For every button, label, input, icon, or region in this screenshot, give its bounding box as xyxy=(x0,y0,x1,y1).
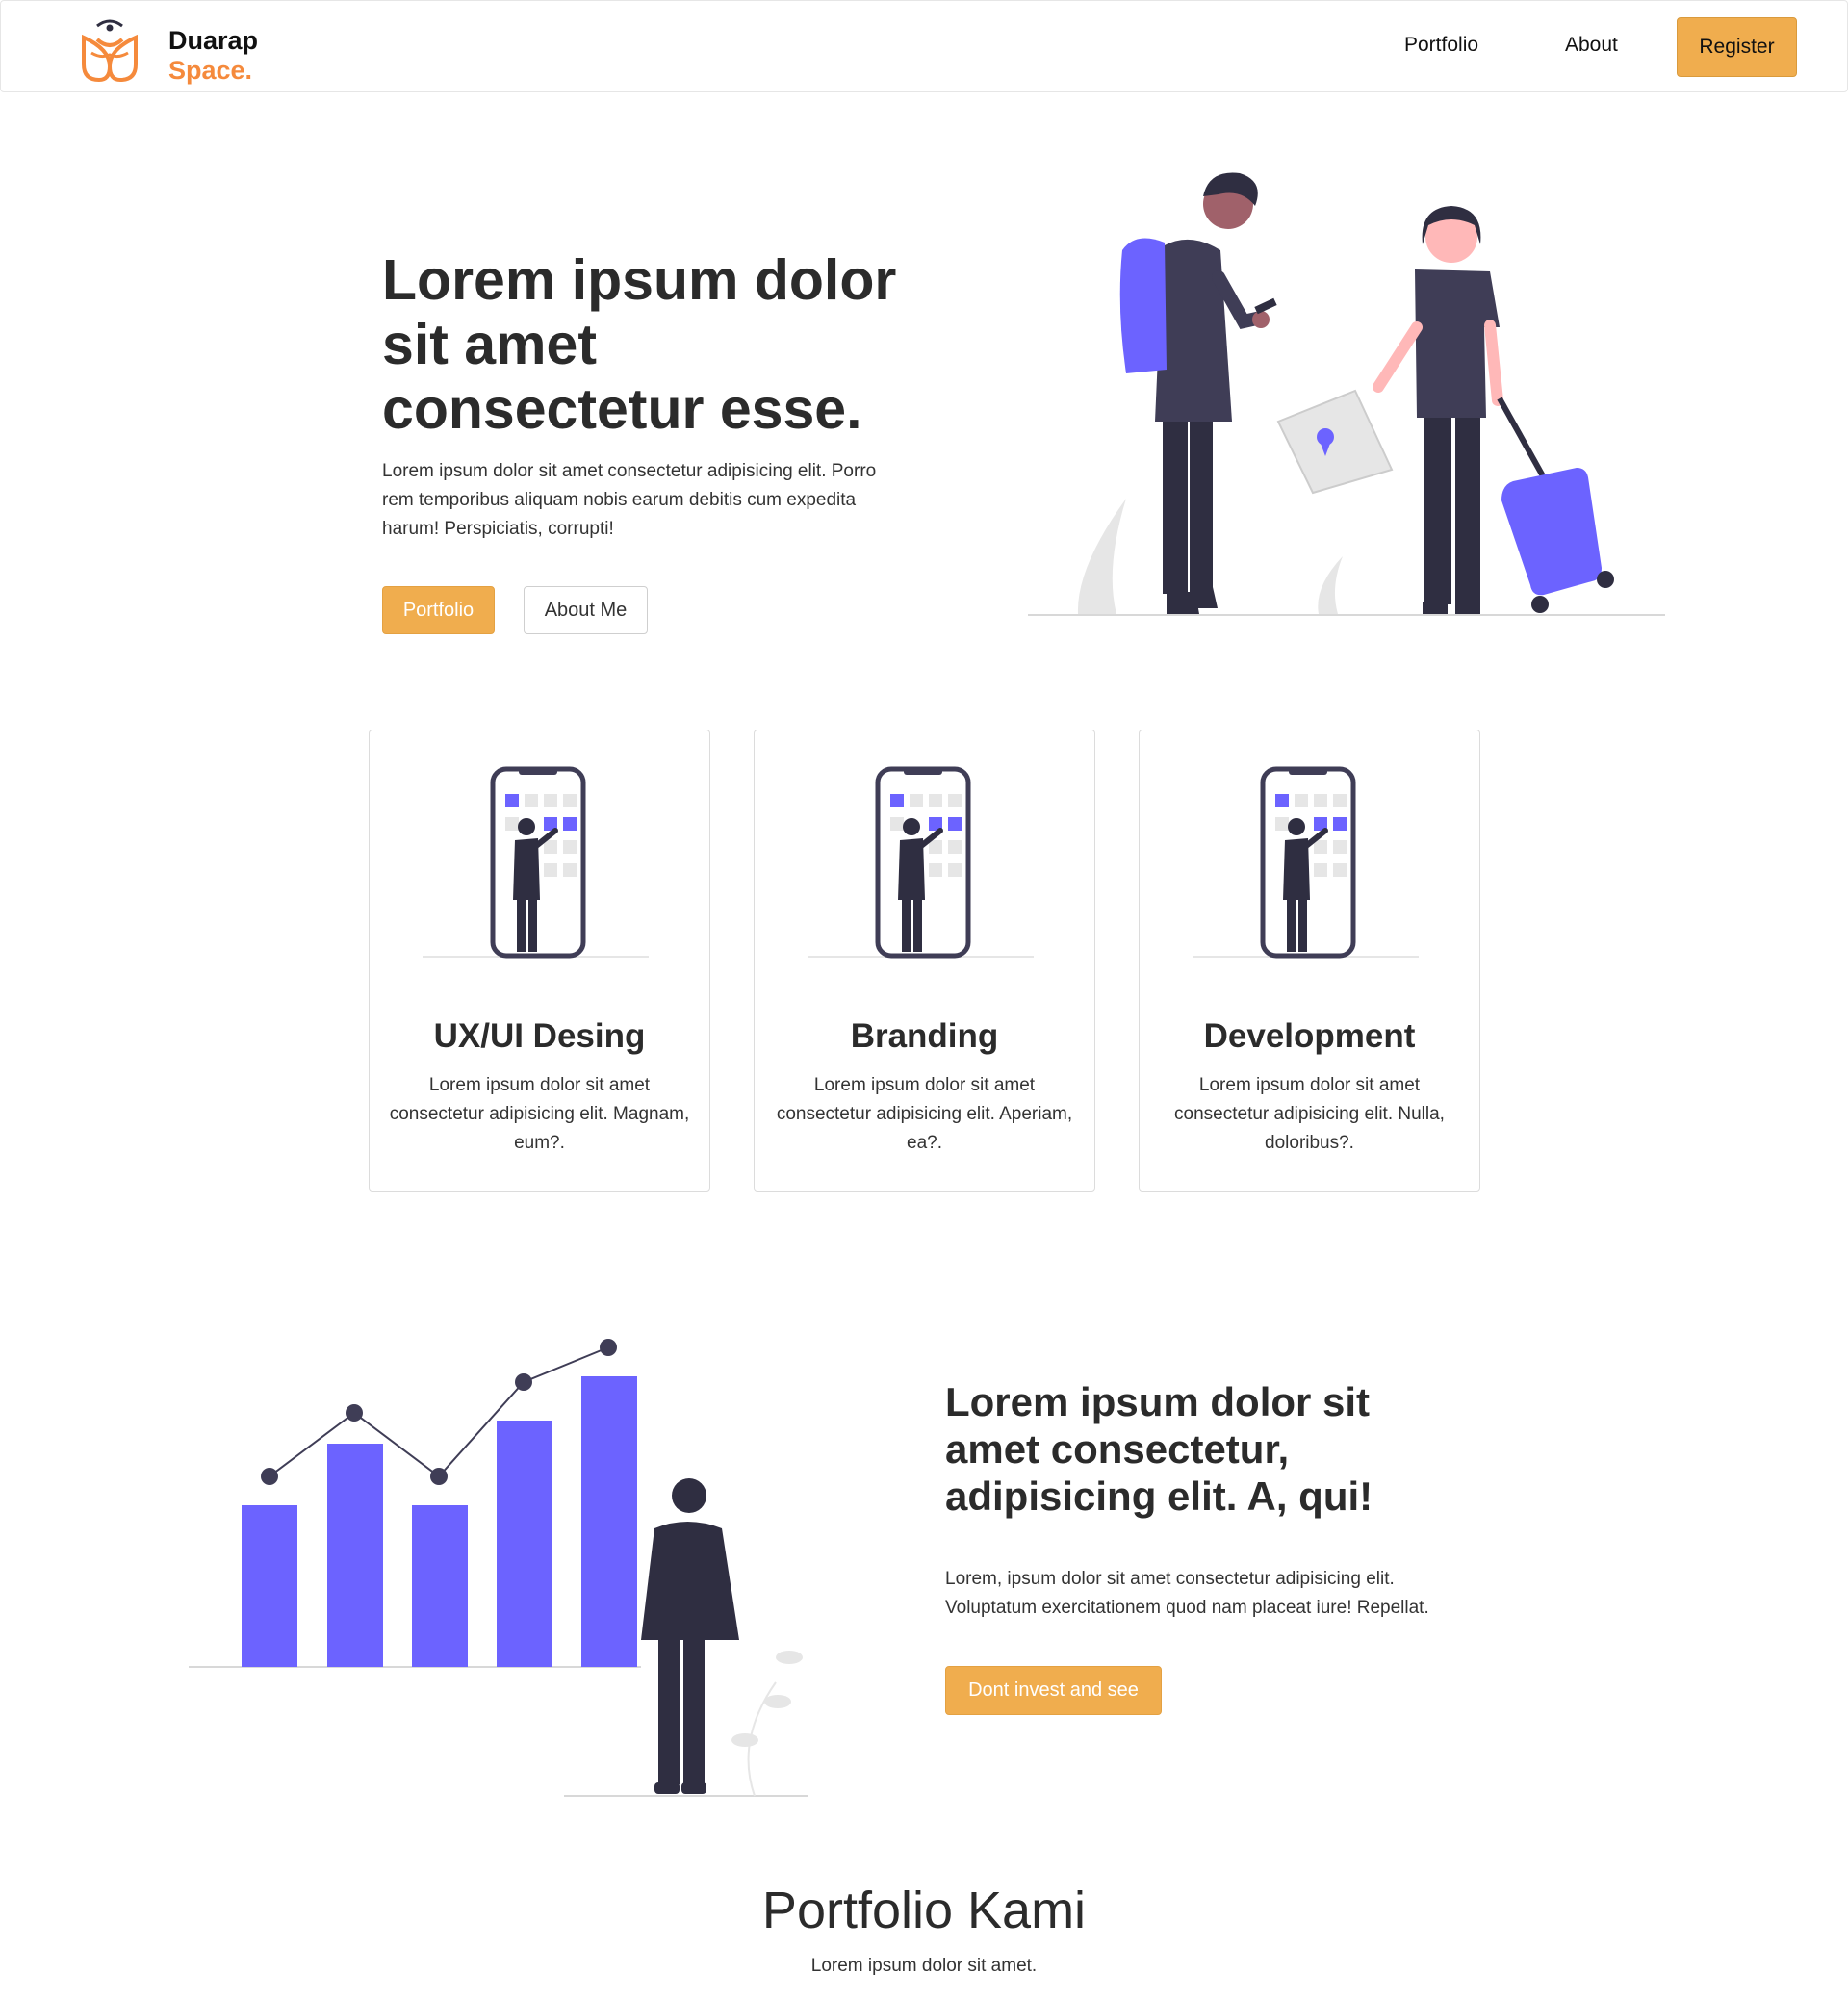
growth-chart-illustration xyxy=(189,1339,808,1797)
phone-illustration xyxy=(1193,766,1419,959)
service-card-development: Development Lorem ipsum dolor sit amet c… xyxy=(1139,730,1480,1192)
invest-button[interactable]: Dont invest and see xyxy=(945,1666,1162,1715)
feature-description: Lorem, ipsum dolor sit amet consectetur … xyxy=(945,1569,1429,1618)
hero-description: Lorem ipsum dolor sit amet consectetur a… xyxy=(382,461,877,539)
nav-link-about[interactable]: About xyxy=(1565,34,1618,57)
about-me-button[interactable]: About Me xyxy=(524,586,648,634)
brand-name-accent[interactable]: Space. xyxy=(168,56,252,86)
service-card-branding: Branding Lorem ipsum dolor sit amet cons… xyxy=(754,730,1095,1192)
register-button[interactable]: Register xyxy=(1677,17,1797,77)
hero-title: Lorem ipsum dolor sit amet consectetur e… xyxy=(382,248,897,441)
service-card-ux-ui: UX/UI Desing Lorem ipsum dolor sit amet … xyxy=(369,730,710,1192)
portfolio-section-subtitle: Lorem ipsum dolor sit amet. xyxy=(810,1956,1038,1976)
navbar: Duarap Space. Portfolio About Register xyxy=(0,0,1848,92)
service-description: Lorem ipsum dolor sit amet consectetur a… xyxy=(1174,1075,1445,1153)
travelers-illustration xyxy=(1028,172,1665,616)
portfolio-section-title: Portfolio Kami xyxy=(761,1882,1087,1939)
service-title: UX/UI Desing xyxy=(433,1017,646,1055)
phone-illustration xyxy=(423,766,649,959)
service-description: Lorem ipsum dolor sit amet consectetur a… xyxy=(389,1075,690,1153)
portfolio-button[interactable]: Portfolio xyxy=(382,586,495,634)
phone-illustration xyxy=(808,766,1034,959)
feature-title: Lorem ipsum dolor sit amet consectetur, … xyxy=(945,1379,1373,1519)
service-title: Branding xyxy=(850,1017,999,1055)
nav-link-portfolio[interactable]: Portfolio xyxy=(1404,34,1478,57)
service-description: Lorem ipsum dolor sit amet consectetur a… xyxy=(776,1075,1073,1153)
service-title: Development xyxy=(1203,1017,1416,1055)
brand-logo-icon[interactable] xyxy=(80,16,140,86)
brand-name[interactable]: Duarap xyxy=(168,26,258,56)
